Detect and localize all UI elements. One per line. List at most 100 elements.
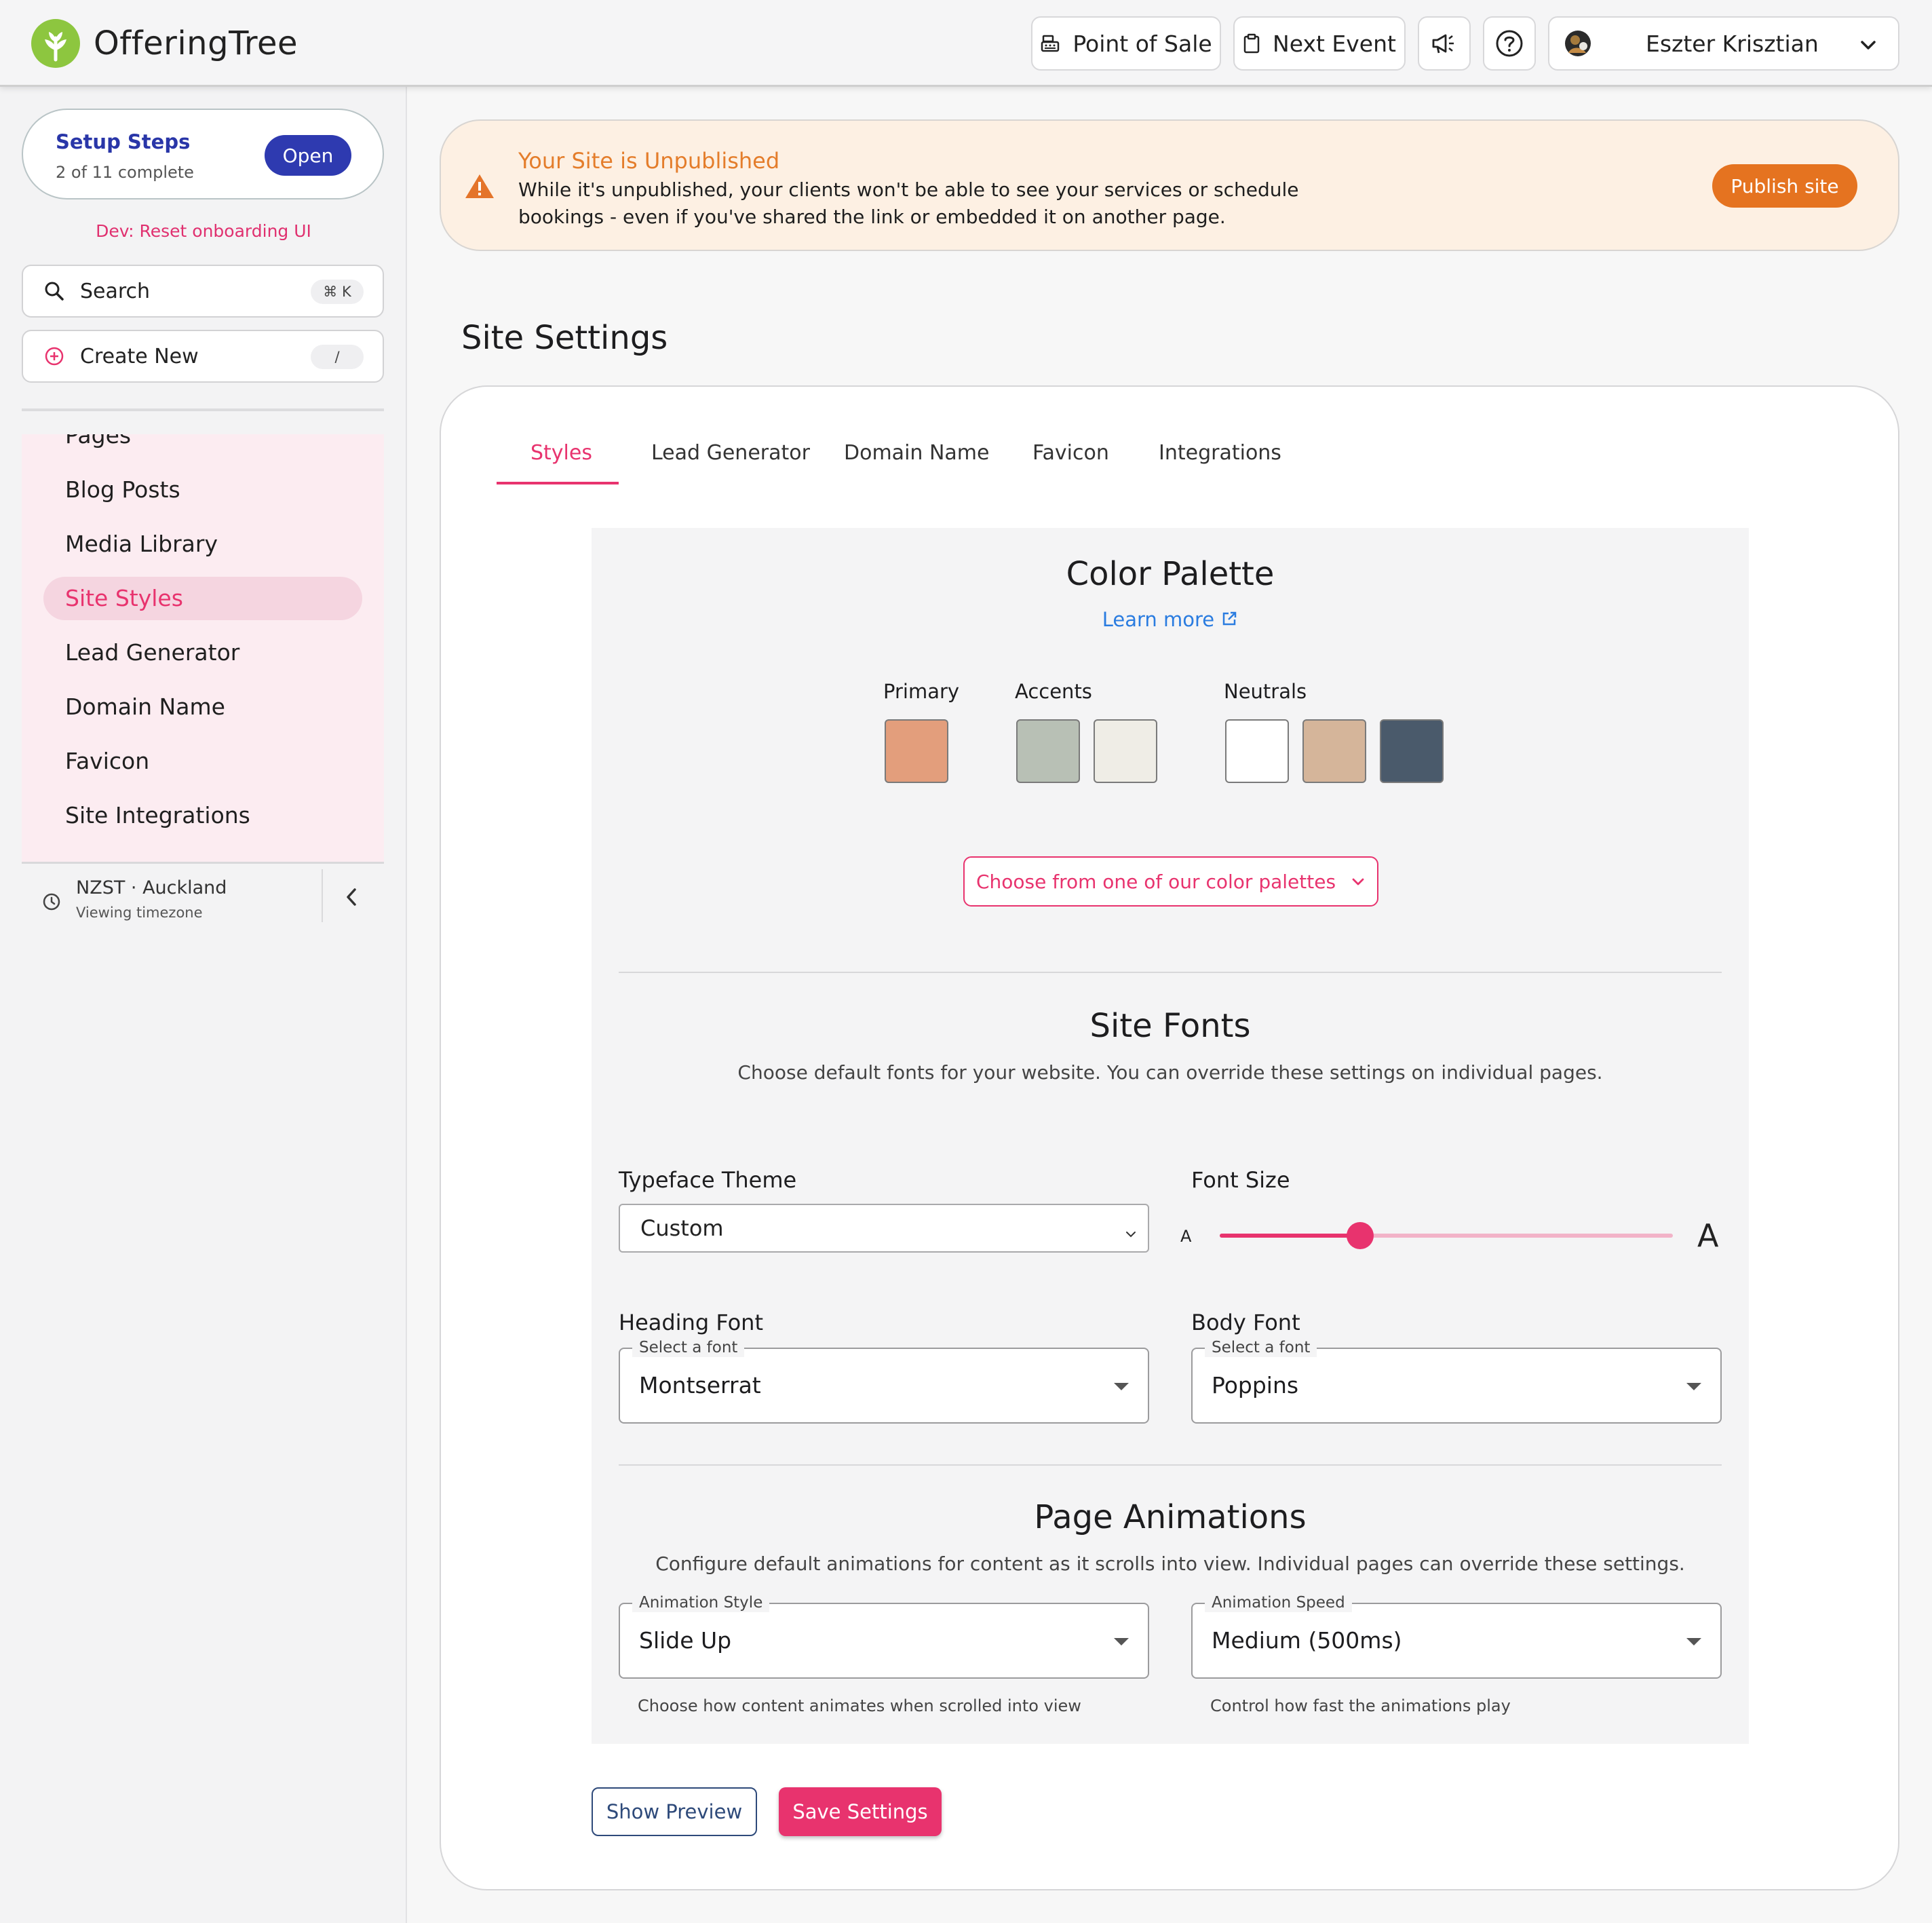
tab-lead-generator[interactable]: Lead Generator — [651, 441, 810, 465]
dropdown-arrow-icon — [1686, 1638, 1701, 1645]
body-font-legend: Select a font — [1205, 1338, 1317, 1357]
next-event-label: Next Event — [1273, 30, 1396, 57]
sidebar-item-lead-generator[interactable]: Lead Generator — [65, 639, 239, 666]
create-new-label: Create New — [80, 344, 199, 368]
animation-speed-select[interactable]: Animation Speed Medium (500ms) — [1191, 1593, 1722, 1679]
font-size-slider[interactable] — [1220, 1222, 1673, 1249]
setup-steps-progress: 2 of 11 complete — [56, 163, 194, 182]
site-fonts-title: Site Fonts — [1089, 1007, 1251, 1045]
setup-steps-card[interactable]: Setup Steps 2 of 11 complete Open — [22, 109, 384, 199]
animation-style-select[interactable]: Animation Style Slide Up — [619, 1593, 1149, 1679]
animation-speed-legend: Animation Speed — [1205, 1593, 1352, 1612]
neutral-swatch[interactable] — [1302, 719, 1366, 783]
neutrals-label: Neutrals — [1224, 680, 1307, 703]
heading-font-legend: Select a font — [632, 1338, 745, 1357]
font-size-large-glyph: A — [1697, 1217, 1719, 1254]
timezone-separator — [322, 869, 323, 922]
external-link-icon[interactable] — [1220, 610, 1238, 630]
save-settings-button[interactable]: Save Settings — [779, 1787, 942, 1836]
help-button[interactable] — [1483, 16, 1536, 71]
clipboard-icon — [1243, 33, 1260, 54]
section-divider — [619, 1464, 1722, 1466]
body-font-label: Body Font — [1191, 1310, 1300, 1335]
animation-style-helper: Choose how content animates when scrolle… — [638, 1696, 1081, 1715]
search-label: Search — [80, 279, 151, 303]
setup-open-button[interactable]: Open — [265, 135, 351, 176]
animation-speed-helper: Control how fast the animations play — [1210, 1696, 1511, 1715]
publish-site-button[interactable]: Publish site — [1712, 164, 1857, 208]
chevron-down-icon — [1859, 35, 1878, 54]
sidebar-item-pages[interactable]: Pages — [65, 434, 131, 449]
neutral-swatch[interactable] — [1380, 719, 1444, 783]
accent-swatch[interactable] — [1016, 719, 1080, 783]
point-of-sale-button[interactable]: Point of Sale — [1031, 16, 1221, 71]
accent-swatch[interactable] — [1094, 719, 1157, 783]
page-animations-title: Page Animations — [1034, 1498, 1307, 1536]
chevron-down-icon — [1351, 874, 1366, 889]
dropdown-arrow-icon — [1114, 1638, 1129, 1645]
accents-label: Accents — [1015, 680, 1092, 703]
timezone-row[interactable]: NZST · Auckland Viewing timezone — [22, 862, 384, 936]
animation-style-legend: Animation Style — [632, 1593, 770, 1612]
setup-steps-title: Setup Steps — [56, 130, 191, 153]
site-settings-card: Styles Lead Generator Domain Name Favico… — [440, 385, 1899, 1890]
body-font-value: Poppins — [1212, 1372, 1299, 1398]
next-event-button[interactable]: Next Event — [1233, 16, 1406, 71]
page-animations-subtitle: Configure default animations for content… — [655, 1553, 1685, 1575]
app-logo[interactable]: OfferingTree — [30, 18, 298, 69]
create-new-button[interactable]: Create New / — [22, 330, 384, 383]
sidebar-item-media-library[interactable]: Media Library — [65, 531, 218, 557]
learn-more-link[interactable]: Learn more — [1102, 608, 1214, 631]
choose-palette-button[interactable]: Choose from one of our color palettes — [963, 856, 1378, 907]
sidebar-item-domain-name[interactable]: Domain Name — [65, 693, 225, 720]
plus-circle-icon — [43, 345, 65, 367]
sidebar: Setup Steps 2 of 11 complete Open Dev: R… — [0, 87, 407, 1923]
heading-font-select[interactable]: Select a font Montserrat — [619, 1338, 1149, 1424]
animation-style-value: Slide Up — [639, 1627, 732, 1654]
announcements-button[interactable] — [1418, 16, 1471, 71]
create-new-shortcut: / — [311, 345, 364, 369]
offeringtree-logo-icon — [31, 19, 80, 68]
tab-integrations[interactable]: Integrations — [1159, 441, 1281, 465]
point-of-sale-label: Point of Sale — [1073, 30, 1212, 57]
collapse-sidebar-icon[interactable] — [343, 887, 360, 910]
animation-speed-value: Medium (500ms) — [1212, 1627, 1402, 1654]
typeface-theme-label: Typeface Theme — [619, 1167, 797, 1193]
sidebar-item-site-styles-label: Site Styles — [65, 585, 183, 611]
dev-reset-onboarding-link[interactable]: Dev: Reset onboarding UI — [0, 221, 407, 241]
sidebar-item-site-integrations[interactable]: Site Integrations — [65, 802, 250, 829]
color-palette-title: Color Palette — [1066, 555, 1275, 593]
search-shortcut: ⌘ K — [311, 280, 364, 304]
banner-text: While it's unpublished, your clients won… — [518, 178, 1299, 228]
typeface-theme-value: Custom — [640, 1215, 724, 1241]
timezone-sub: Viewing timezone — [76, 905, 203, 921]
megaphone-icon — [1431, 32, 1458, 55]
search-icon — [43, 280, 65, 302]
body-font-select[interactable]: Select a font Poppins — [1191, 1338, 1722, 1424]
heading-font-value: Montserrat — [639, 1372, 761, 1398]
learn-more-row: Learn more — [592, 608, 1749, 631]
chevron-down-icon — [1123, 1221, 1138, 1247]
cash-register-icon — [1040, 33, 1060, 54]
font-size-small-glyph: A — [1180, 1227, 1192, 1246]
font-size-slider-thumb[interactable] — [1347, 1222, 1374, 1249]
neutral-swatch[interactable] — [1225, 719, 1289, 783]
show-preview-button[interactable]: Show Preview — [592, 1787, 757, 1836]
search-input[interactable]: Search ⌘ K — [22, 265, 384, 318]
sidebar-item-blog-posts[interactable]: Blog Posts — [65, 476, 180, 503]
choose-palette-label: Choose from one of our color palettes — [975, 870, 1336, 893]
sidebar-item-favicon[interactable]: Favicon — [65, 748, 149, 774]
sidebar-item-site-styles[interactable]: Site Styles — [43, 577, 362, 620]
typeface-theme-select[interactable]: Custom — [619, 1204, 1149, 1253]
unpublished-banner: Your Site is Unpublished While it's unpu… — [440, 119, 1899, 251]
banner-title: Your Site is Unpublished — [518, 148, 780, 174]
app-name: OfferingTree — [94, 24, 298, 62]
timezone-name: NZST · Auckland — [76, 877, 227, 898]
primary-swatch[interactable] — [885, 719, 948, 783]
tab-domain-name[interactable]: Domain Name — [844, 441, 989, 465]
user-name: Eszter Krisztian — [1646, 30, 1819, 57]
tab-favicon[interactable]: Favicon — [1032, 441, 1109, 465]
user-menu-button[interactable]: Eszter Krisztian — [1548, 16, 1899, 71]
page-title: Site Settings — [461, 319, 668, 357]
tab-styles[interactable]: Styles — [530, 441, 592, 465]
